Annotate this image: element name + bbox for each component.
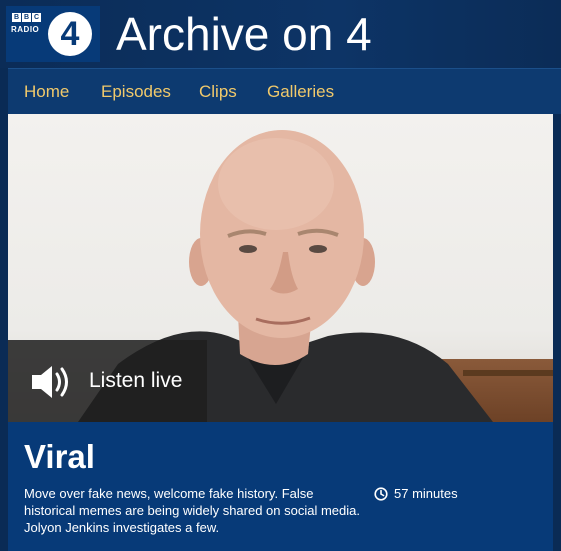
radio-word: RADIO bbox=[11, 25, 40, 34]
bbc-blocks: B B C bbox=[12, 13, 41, 22]
bbc-letter: B bbox=[12, 13, 21, 22]
episode-duration: 57 minutes bbox=[374, 485, 458, 502]
speaker-volume-icon bbox=[32, 366, 68, 398]
duration-text: 57 minutes bbox=[394, 486, 458, 501]
episode-info-panel: Viral Move over fake news, welcome fake … bbox=[8, 422, 553, 551]
nav-item-episodes[interactable]: Episodes bbox=[101, 69, 171, 115]
masthead: B B C RADIO 4 Archive on 4 bbox=[0, 0, 561, 68]
episode-title: Viral bbox=[24, 438, 95, 475]
bbc-radio-4-logo[interactable]: B B C RADIO 4 bbox=[6, 6, 100, 62]
clock-icon bbox=[374, 487, 388, 501]
station-number: 4 bbox=[48, 12, 92, 56]
listen-live-label: Listen live bbox=[89, 369, 183, 392]
bbc-letter: C bbox=[32, 13, 41, 22]
nav-item-home[interactable]: Home bbox=[24, 69, 69, 115]
nav-item-clips[interactable]: Clips bbox=[199, 69, 237, 115]
bbc-letter: B bbox=[22, 13, 31, 22]
primary-nav: Home Episodes Clips Galleries bbox=[8, 68, 561, 114]
listen-live-button[interactable]: Listen live bbox=[8, 340, 207, 422]
nav-item-galleries[interactable]: Galleries bbox=[267, 69, 334, 115]
episode-description: Move over fake news, welcome fake histor… bbox=[24, 486, 360, 535]
site-title[interactable]: Archive on 4 bbox=[116, 6, 372, 62]
